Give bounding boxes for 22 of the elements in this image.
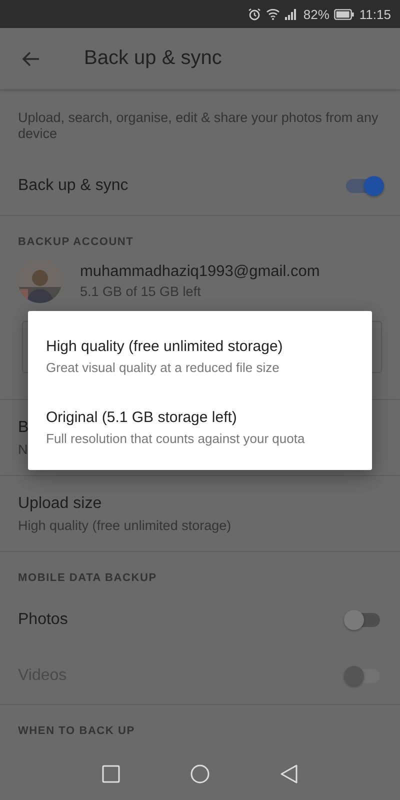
setting-title: Upload size	[18, 494, 102, 512]
section-header: BACKUP ACCOUNT	[17, 235, 135, 250]
circle-icon[interactable]	[190, 764, 210, 784]
alarm-icon	[248, 8, 262, 20]
setting-label: Back up & sync	[18, 177, 128, 195]
battery-icon	[334, 8, 354, 20]
dialog-option[interactable]: High quality (free unlimited storage) Great visual quality at a reduced file size	[28, 321, 372, 392]
section-header: MOBILE DATA BACKUP	[0, 551, 400, 592]
clock: 11:15	[359, 6, 391, 22]
toggle-switch[interactable]	[346, 613, 380, 627]
battery-percent: 82%	[303, 6, 330, 22]
triangle-icon[interactable]	[280, 764, 298, 784]
account-email: muhammadhaziq1993@gmail.com	[80, 263, 320, 281]
dialog-option[interactable]: Original (5.1 GB storage left) Full resolution that counts against your quota	[28, 392, 372, 463]
setting-label: Photos	[18, 611, 68, 629]
signal-icon	[285, 8, 298, 20]
screen-title: Back up & sync	[84, 47, 222, 70]
wifi-icon	[266, 8, 280, 20]
square-icon[interactable]	[102, 765, 120, 783]
back-arrow-icon[interactable]	[22, 50, 40, 66]
section-header: WHEN TO BACK UP	[0, 704, 400, 745]
setting-title: B	[18, 418, 29, 436]
